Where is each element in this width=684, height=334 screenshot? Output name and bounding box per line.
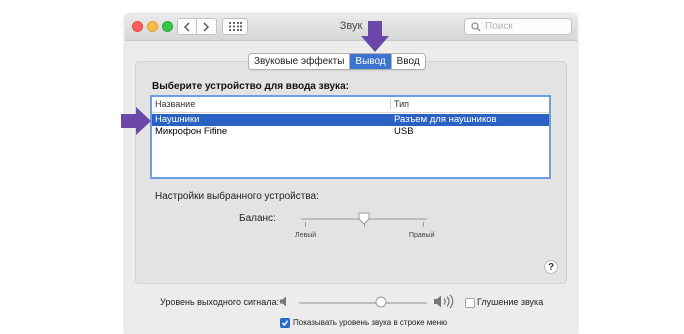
table-row[interactable]: Микрофон Fifine USB <box>152 126 549 138</box>
column-header-type[interactable]: Тип <box>394 99 409 109</box>
title-bar: Звук Поиск <box>125 14 577 41</box>
table-row[interactable]: Наушники Разъем для наушников <box>152 114 549 126</box>
tab-sound-effects[interactable]: Звуковые эффекты <box>249 54 351 69</box>
column-divider <box>390 99 391 110</box>
sound-preferences-window: Звук Поиск Звуковые эффекты Вывод Ввод В… <box>125 14 577 334</box>
mute-label: Глушение звука <box>477 297 544 307</box>
tab-bar: Звуковые эффекты Вывод Ввод <box>248 53 426 70</box>
slider-tick <box>305 222 306 227</box>
column-header-name[interactable]: Название <box>155 99 195 109</box>
annotation-arrow-down-icon <box>361 21 389 52</box>
checkmark-icon <box>281 320 289 327</box>
balance-slider-thumb[interactable] <box>358 212 370 224</box>
device-name: Микрофон Fifine <box>155 126 228 137</box>
selected-device-settings-heading: Настройки выбранного устройства: <box>155 191 319 202</box>
mute-checkbox[interactable] <box>465 298 475 308</box>
search-field[interactable]: Поиск <box>464 18 572 35</box>
help-button[interactable]: ? <box>544 260 558 274</box>
volume-slider-track[interactable] <box>299 302 427 304</box>
search-icon <box>471 22 481 32</box>
speaker-low-icon <box>280 296 286 307</box>
volume-slider-thumb[interactable] <box>375 296 387 308</box>
device-table[interactable]: Название Тип Наушники Разъем для наушник… <box>150 95 551 179</box>
device-type: USB <box>394 126 414 137</box>
tab-input[interactable]: Ввод <box>392 54 425 69</box>
balance-right-label: Правый <box>409 232 435 239</box>
balance-left-label: Левый <box>295 232 317 239</box>
output-volume-label: Уровень выходного сигнала: <box>160 297 279 307</box>
show-volume-in-menubar-checkbox[interactable] <box>280 318 290 328</box>
device-heading: Выберите устройство для ввода звука: <box>152 81 349 92</box>
search-placeholder: Поиск <box>485 21 513 32</box>
slider-tick <box>423 222 424 227</box>
annotation-arrow-right-icon <box>121 107 151 135</box>
balance-label: Баланс: <box>239 213 276 224</box>
show-volume-in-menubar-label: Показывать уровень звука в строке меню <box>293 318 448 327</box>
device-name: Наушники <box>155 114 200 125</box>
table-header: Название Тип <box>152 97 549 113</box>
device-type: Разъем для наушников <box>394 114 497 125</box>
speaker-high-icon <box>434 294 454 309</box>
tab-output[interactable]: Вывод <box>350 54 392 69</box>
